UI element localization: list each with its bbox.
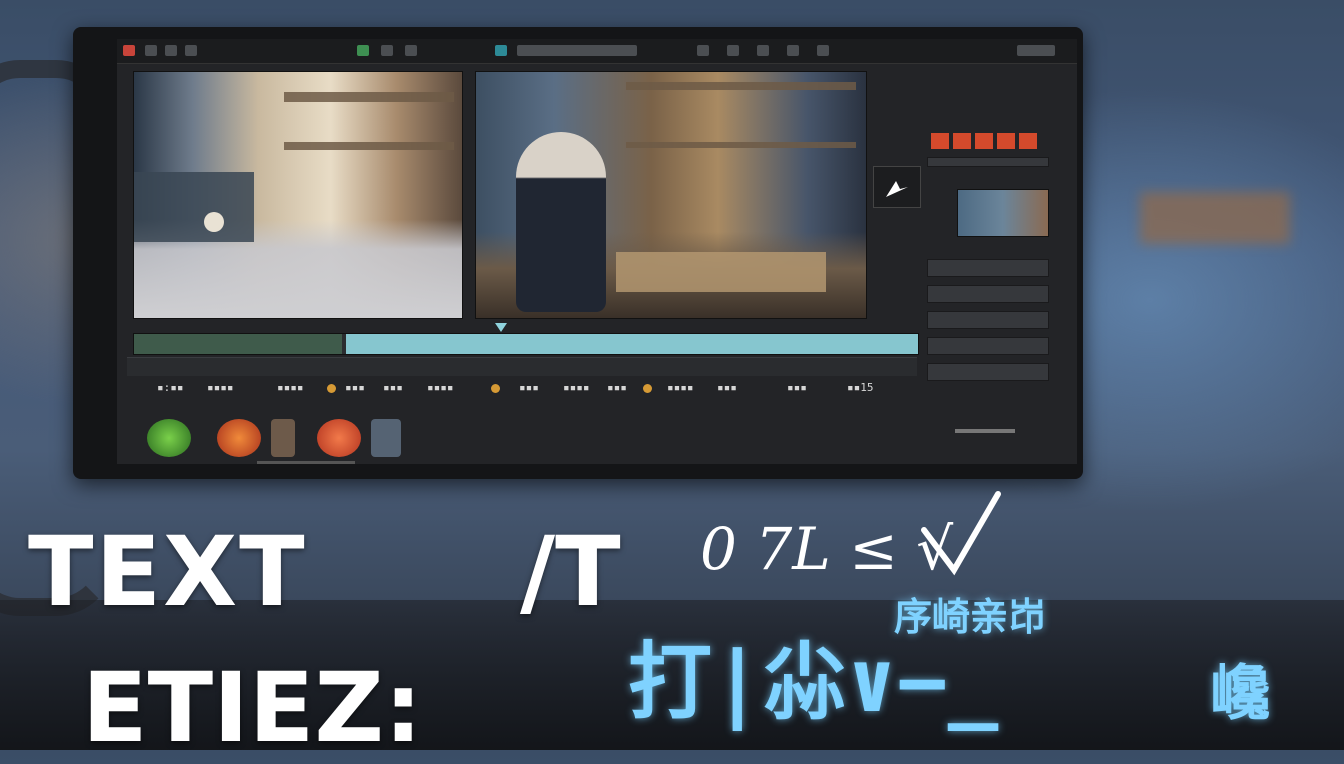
color-swatch[interactable] (997, 133, 1015, 149)
overlay-title-word: TEXT (28, 516, 307, 628)
toolbar-button[interactable] (495, 45, 507, 56)
slider[interactable] (927, 157, 1049, 167)
marker-dot-icon (643, 384, 652, 393)
tv-screen (134, 172, 254, 242)
program-viewer[interactable] (475, 71, 867, 319)
overlay-subtitle: ETIEZ: (82, 652, 423, 764)
play-marker-icon[interactable] (495, 323, 507, 332)
color-swatch[interactable] (1019, 133, 1037, 149)
video-editor-window: ▪:▪▪ ▪▪▪▪ ▪▪▪▪ ▪▪▪ ▪▪▪ ▪▪▪▪ ▪▪▪ ▪▪▪▪ ▪▪▪… (117, 39, 1077, 464)
timecode: ▪▪▪ (383, 381, 403, 394)
property-row[interactable] (927, 311, 1049, 329)
zoom-slider[interactable] (955, 429, 1015, 433)
timecode: ▪▪▪ (607, 381, 627, 394)
track-header[interactable] (134, 334, 342, 354)
property-row[interactable] (927, 337, 1049, 355)
check-icon (921, 491, 1001, 576)
toolbar-button[interactable] (165, 45, 177, 56)
toolbar-button[interactable] (145, 45, 157, 56)
toolbar-button[interactable] (405, 45, 417, 56)
person-figure (516, 132, 606, 312)
toolbar-button[interactable] (817, 45, 829, 56)
table (616, 252, 826, 292)
overlay-glitch-text: 序崎亲岇 (894, 595, 1047, 639)
timecode: ▪▪▪ (519, 381, 539, 394)
timecode: ▪▪15 (847, 381, 874, 394)
timecode: ▪▪▪ (345, 381, 365, 394)
shelf (626, 82, 856, 90)
effect-label (305, 461, 355, 464)
window-controls[interactable] (1017, 45, 1055, 56)
toolbar-button[interactable] (697, 45, 709, 56)
monitor: ▪:▪▪ ▪▪▪▪ ▪▪▪▪ ▪▪▪ ▪▪▪ ▪▪▪▪ ▪▪▪ ▪▪▪▪ ▪▪▪… (73, 27, 1083, 479)
property-row[interactable] (927, 363, 1049, 381)
toolbar-button[interactable] (787, 45, 799, 56)
effect-red-icon[interactable] (217, 419, 261, 457)
effect-green-icon[interactable] (147, 419, 191, 457)
background-wall-light (1140, 192, 1290, 244)
figure-effect-icon[interactable] (271, 419, 295, 457)
marker-dot-icon (491, 384, 500, 393)
color-swatch[interactable] (953, 133, 971, 149)
timecode: ▪▪▪▪ (667, 381, 694, 394)
editor-toolbar (117, 39, 1077, 64)
property-row[interactable] (927, 285, 1049, 303)
track-controls-row[interactable] (127, 357, 917, 376)
timeline-clip[interactable] (346, 334, 918, 354)
timecode: ▪▪▪▪ (427, 381, 454, 394)
lamp (204, 212, 224, 232)
timecode: ▪▪▪▪ (207, 381, 234, 394)
effect-orange-icon[interactable] (317, 419, 361, 457)
toolbar-button[interactable] (185, 45, 197, 56)
shelf (284, 92, 454, 102)
timeline-track[interactable] (133, 333, 919, 355)
toolbar-field[interactable] (517, 45, 637, 56)
timecode: ▪:▪▪ (157, 381, 184, 394)
record-button[interactable] (123, 45, 135, 56)
timecode: ▪▪▪ (717, 381, 737, 394)
shelf (284, 142, 454, 150)
clip-thumbnail[interactable] (957, 189, 1049, 237)
toolbar-button[interactable] (757, 45, 769, 56)
timecode-ruler: ▪:▪▪ ▪▪▪▪ ▪▪▪▪ ▪▪▪ ▪▪▪ ▪▪▪▪ ▪▪▪ ▪▪▪▪ ▪▪▪… (127, 381, 917, 399)
property-row[interactable] (927, 259, 1049, 277)
shelf (626, 142, 856, 148)
overlay-glitch-text: 打|尛∨−̲ (628, 633, 999, 731)
timecode: ▪▪▪▪ (277, 381, 304, 394)
bird-effect-icon[interactable] (371, 419, 401, 457)
pointer-cursor-icon (873, 166, 921, 208)
overlay-glitch-text: 巉 (1210, 659, 1270, 729)
toolbar-button[interactable] (357, 45, 369, 56)
color-swatch[interactable] (931, 133, 949, 149)
overlay-title-glyph: /T (520, 516, 621, 628)
toolbar-button[interactable] (727, 45, 739, 56)
timecode: ▪▪▪▪ (563, 381, 590, 394)
source-viewer[interactable] (133, 71, 463, 319)
color-swatch[interactable] (975, 133, 993, 149)
marker-dot-icon (327, 384, 336, 393)
inspector-panel (917, 89, 1057, 389)
timecode: ▪▪▪ (787, 381, 807, 394)
overlay-script-text: 0 7L ≤ √ (700, 515, 954, 583)
effects-library (147, 419, 1015, 464)
toolbar-button[interactable] (381, 45, 393, 56)
